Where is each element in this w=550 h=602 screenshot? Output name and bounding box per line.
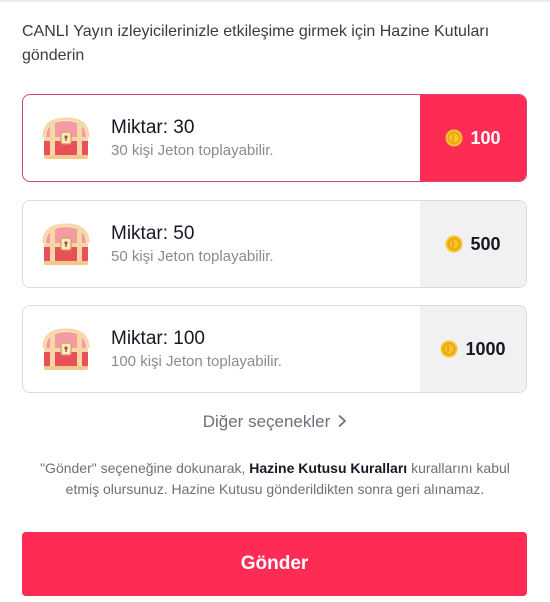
treasure-chest-icon: [42, 223, 90, 265]
option-price: 500: [420, 201, 526, 287]
option-price: 1000: [420, 306, 526, 392]
price-value: 100: [470, 127, 501, 148]
option-text: Miktar: 30 30 kişi Jeton toplayabilir.: [111, 116, 274, 161]
more-options-link[interactable]: Diğer seçenekler: [0, 410, 550, 434]
option-subtitle: 50 kişi Jeton toplayabilir.: [111, 247, 274, 265]
option-main: Miktar: 50 50 kişi Jeton toplayabilir.: [23, 201, 420, 287]
coin-icon: [440, 340, 458, 358]
treasure-option-30[interactable]: Miktar: 30 30 kişi Jeton toplayabilir. 1…: [22, 94, 527, 182]
price-value: 500: [470, 233, 501, 254]
option-main: Miktar: 30 30 kişi Jeton toplayabilir.: [23, 95, 420, 181]
treasure-box-rules-link[interactable]: Hazine Kutusu Kuralları: [249, 460, 407, 476]
chevron-right-icon: [338, 414, 347, 428]
terms-prefix: "Gönder" seçeneğine dokunarak,: [40, 460, 250, 476]
option-subtitle: 30 kişi Jeton toplayabilir.: [111, 141, 274, 159]
option-title: Miktar: 100: [111, 327, 205, 349]
treasure-box-panel: CANLI Yayın izleyicilerinizle etkileşime…: [0, 0, 550, 602]
treasure-chest-icon: [42, 117, 90, 159]
option-title: Miktar: 30: [111, 116, 195, 138]
send-button[interactable]: Gönder: [22, 532, 527, 596]
treasure-option-50[interactable]: Miktar: 50 50 kişi Jeton toplayabilir. 5…: [22, 200, 527, 288]
option-subtitle: 100 kişi Jeton toplayabilir.: [111, 352, 282, 370]
option-price: 100: [420, 95, 526, 181]
option-title: Miktar: 50: [111, 222, 195, 244]
option-text: Miktar: 50 50 kişi Jeton toplayabilir.: [111, 222, 274, 267]
top-divider: [0, 0, 550, 2]
treasure-option-100[interactable]: Miktar: 100 100 kişi Jeton toplayabilir.…: [22, 305, 527, 393]
option-text: Miktar: 100 100 kişi Jeton toplayabilir.: [111, 327, 282, 372]
coin-icon: [445, 235, 463, 253]
coin-icon: [445, 129, 463, 147]
option-main: Miktar: 100 100 kişi Jeton toplayabilir.: [23, 306, 420, 392]
more-options-label: Diğer seçenekler: [202, 412, 331, 431]
terms-note: "Gönder" seçeneğine dokunarak, Hazine Ku…: [40, 458, 510, 500]
price-value: 1000: [465, 338, 506, 359]
intro-text: CANLI Yayın izleyicilerinizle etkileşime…: [22, 23, 490, 64]
treasure-chest-icon: [42, 328, 90, 370]
